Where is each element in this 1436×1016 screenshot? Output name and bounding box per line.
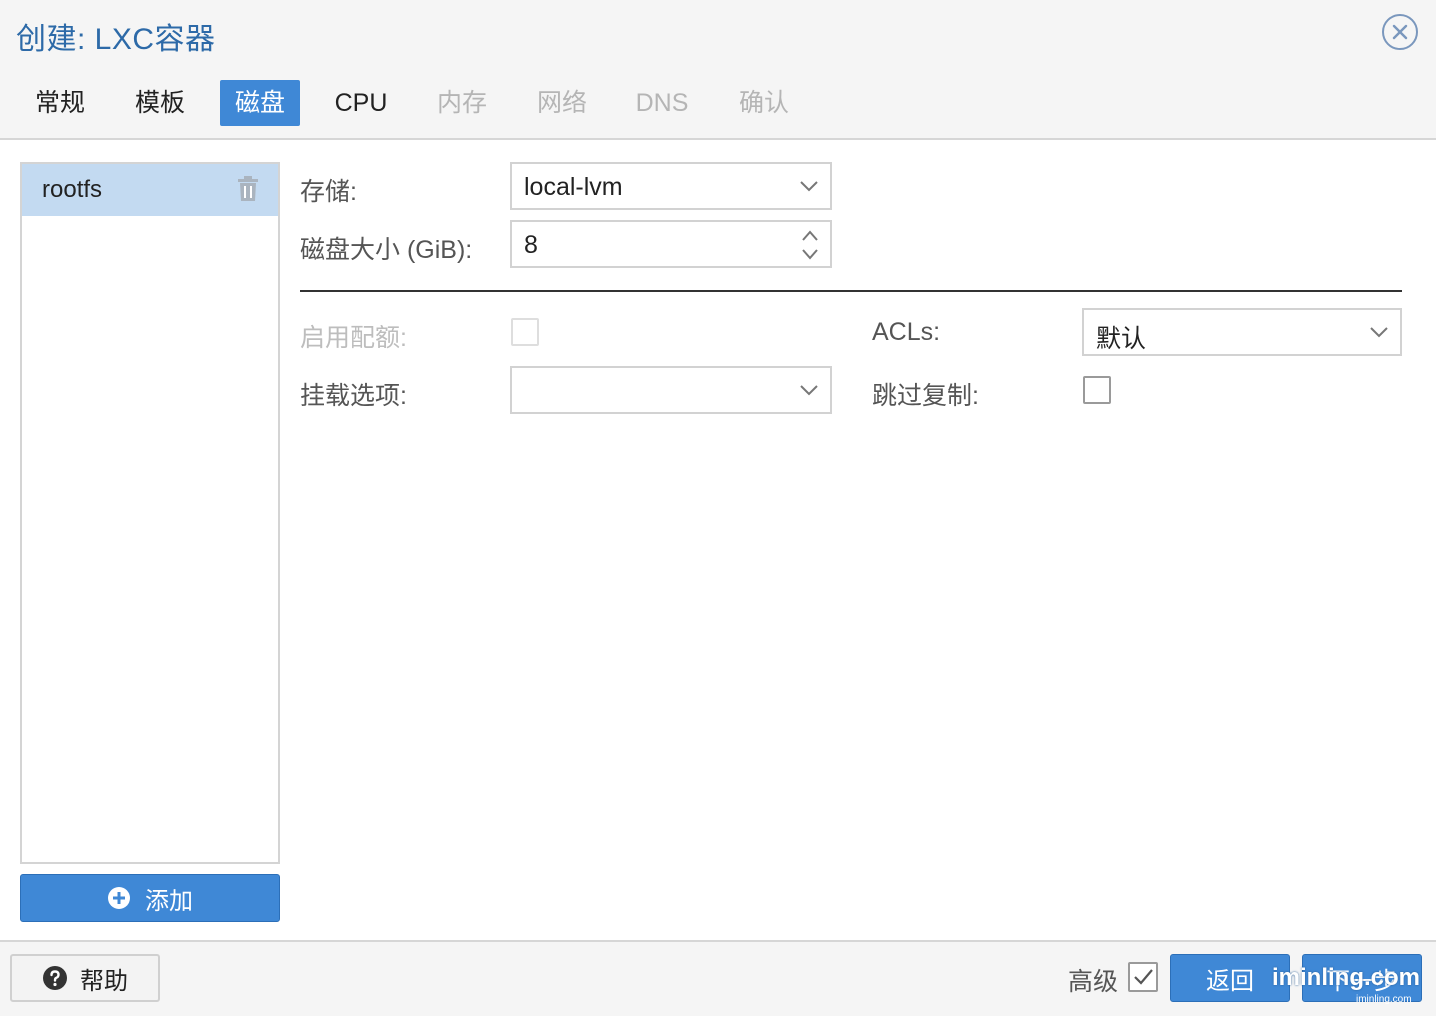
tab-disk[interactable]: 磁盘 [220, 80, 300, 126]
tab-dns: DNS [635, 89, 689, 117]
tab-confirm: 确认 [738, 89, 789, 117]
tab-template[interactable]: 模板 [120, 80, 200, 126]
trash-icon[interactable] [236, 176, 260, 202]
disk-item-rootfs[interactable]: rootfs [22, 164, 278, 216]
chevron-down-icon [1370, 327, 1388, 338]
skip-replication-checkbox[interactable] [1083, 376, 1111, 404]
skip-replication-label: 跳过复制: [872, 382, 979, 410]
storage-label: 存储: [300, 178, 357, 206]
dialog-title: 创建: LXC容器 [16, 23, 216, 56]
acls-value: 默认 [1096, 325, 1147, 353]
tab-general[interactable]: 常规 [20, 80, 100, 126]
disk-size-value: 8 [524, 231, 538, 259]
acls-label: ACLs: [872, 318, 941, 346]
add-disk-button[interactable]: 添加 [20, 874, 280, 922]
next-button[interactable]: 下一步 [1302, 954, 1422, 1002]
help-label: 帮助 [80, 967, 128, 995]
disk-panel: rootfs 添加 存储: local-lvm 磁盘大小 (GiB): 8 启用… [0, 138, 1436, 942]
mount-options-label: 挂载选项: [300, 382, 407, 410]
back-label: 返回 [1206, 967, 1254, 995]
dialog-footer: 帮助 高级 返回 下一步 iminling.com iminling.com [0, 944, 1436, 1016]
disk-item-label: rootfs [42, 176, 103, 203]
tab-memory: 内存 [436, 89, 487, 117]
quota-checkbox [511, 318, 539, 346]
quota-label: 启用配额: [300, 324, 407, 352]
tab-cpu[interactable]: CPU [318, 80, 404, 126]
add-disk-label: 添加 [145, 887, 193, 915]
next-label: 下一步 [1326, 967, 1398, 995]
mount-options-select[interactable] [510, 366, 832, 414]
plus-circle-icon [108, 887, 130, 909]
check-icon [1134, 969, 1153, 985]
question-circle-icon [43, 966, 67, 990]
chevron-down-icon [800, 385, 818, 396]
tab-network: 网络 [536, 89, 587, 117]
acls-select[interactable]: 默认 [1082, 308, 1402, 356]
close-button[interactable] [1382, 14, 1418, 50]
storage-select[interactable]: local-lvm [510, 162, 832, 210]
spinner-arrows-icon[interactable] [798, 226, 822, 264]
disk-size-label: 磁盘大小 (GiB): [300, 236, 473, 264]
back-button[interactable]: 返回 [1170, 954, 1290, 1002]
create-lxc-dialog: 创建: LXC容器 常规 模板 磁盘 CPU 内存 网络 DNS 确认 root… [0, 0, 1436, 1016]
section-divider [300, 290, 1402, 292]
chevron-down-icon [800, 181, 818, 192]
storage-value: local-lvm [524, 173, 623, 201]
advanced-label: 高级 [1068, 968, 1119, 996]
help-button[interactable]: 帮助 [10, 954, 160, 1002]
advanced-checkbox[interactable] [1128, 962, 1158, 992]
close-icon [1392, 24, 1408, 40]
disk-list: rootfs [20, 162, 280, 864]
disk-size-input[interactable]: 8 [510, 220, 832, 268]
